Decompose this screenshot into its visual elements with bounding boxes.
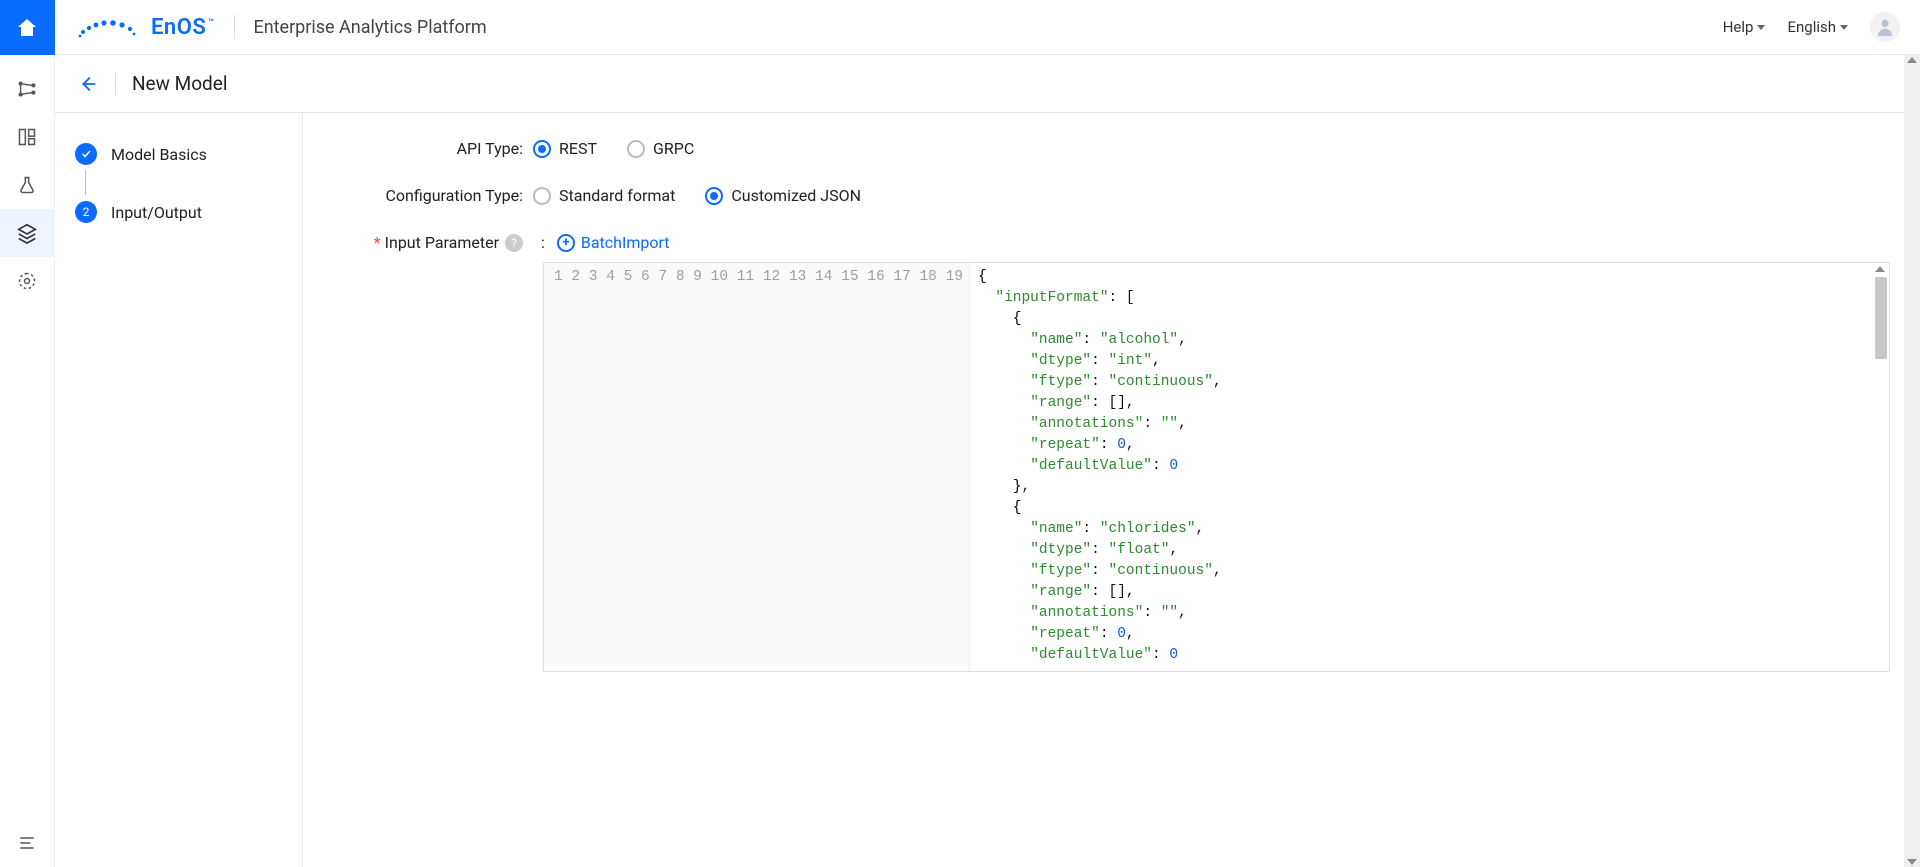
caret-down-icon — [1757, 25, 1765, 30]
rail-item-experiment[interactable] — [0, 161, 55, 209]
radio-config-standard[interactable]: Standard format — [533, 186, 675, 205]
radio-label: Standard format — [559, 186, 675, 205]
back-button[interactable] — [77, 73, 99, 95]
colon: : — [541, 233, 545, 252]
help-icon[interactable]: ? — [505, 234, 523, 252]
radio-dot-icon — [705, 187, 723, 205]
input-param-label: Input Parameter — [385, 233, 499, 252]
batch-import-link[interactable]: + BatchImport — [557, 233, 670, 252]
page-title: New Model — [132, 72, 227, 95]
scroll-thumb[interactable] — [1875, 277, 1887, 359]
radio-dot-icon — [533, 140, 551, 158]
language-label: English — [1787, 18, 1836, 36]
dashboard-icon — [17, 127, 37, 147]
brand-name: EnOS™ — [151, 15, 214, 40]
arrow-left-icon — [77, 73, 99, 95]
editor-scrollbar[interactable] — [1873, 265, 1887, 672]
brand-logo-icon — [77, 13, 137, 41]
check-icon — [80, 148, 92, 160]
rail-item-layers[interactable] — [0, 209, 55, 257]
rail-item-dashboard[interactable] — [0, 113, 55, 161]
step-badge-check — [75, 143, 97, 165]
language-menu[interactable]: English — [1787, 18, 1848, 36]
help-label: Help — [1723, 18, 1754, 36]
layers-icon — [16, 222, 38, 244]
scroll-down-icon — [1907, 859, 1917, 865]
json-editor[interactable]: 1 2 3 4 5 6 7 8 9 10 11 12 13 14 15 16 1… — [543, 262, 1890, 672]
scroll-up-icon — [1875, 266, 1885, 272]
rail-item-settings[interactable] — [0, 257, 55, 305]
menu-collapse-icon — [17, 833, 37, 853]
gear-icon — [17, 271, 37, 291]
steps-sidebar: Model Basics 2 Input/Output — [55, 113, 303, 867]
brand: EnOS™ — [77, 13, 214, 41]
radio-config-custom[interactable]: Customized JSON — [705, 186, 861, 205]
radio-api-grpc[interactable]: GRPC — [627, 139, 694, 158]
input-param-label-wrap: * Input Parameter ? — [333, 233, 533, 252]
divider — [115, 73, 116, 95]
required-asterisk: * — [374, 233, 381, 252]
step-input-output[interactable]: 2 Input/Output — [75, 201, 282, 223]
caret-down-icon — [1840, 25, 1848, 30]
row-api-type: API Type: REST GRPC — [333, 139, 1890, 158]
user-avatar[interactable] — [1870, 12, 1900, 42]
radio-api-rest[interactable]: REST — [533, 139, 597, 158]
radio-label: REST — [559, 139, 597, 158]
step-badge-number: 2 — [75, 201, 97, 223]
home-tile[interactable] — [0, 0, 55, 55]
help-menu[interactable]: Help — [1723, 18, 1766, 36]
subheader: New Model — [55, 55, 1920, 113]
radio-dot-icon — [627, 140, 645, 158]
rail-item-graph[interactable] — [0, 65, 55, 113]
product-name: Enterprise Analytics Platform — [253, 17, 486, 38]
rail-item-collapse[interactable] — [0, 819, 55, 867]
api-type-label: API Type: — [333, 139, 533, 158]
network-icon — [16, 78, 38, 100]
home-icon — [15, 16, 39, 40]
flask-icon — [17, 175, 37, 195]
radio-dot-icon — [533, 187, 551, 205]
row-config-type: Configuration Type: Standard format Cust… — [333, 186, 1890, 205]
editor-gutter: 1 2 3 4 5 6 7 8 9 10 11 12 13 14 15 16 1… — [544, 263, 970, 671]
step-label: Input/Output — [111, 203, 202, 222]
step-model-basics[interactable]: Model Basics — [75, 143, 282, 165]
scroll-up-icon — [1907, 57, 1917, 63]
radio-label: Customized JSON — [731, 186, 861, 205]
plus-circle-icon: + — [557, 234, 575, 252]
user-icon — [1874, 16, 1896, 38]
batch-import-label: BatchImport — [581, 233, 670, 252]
nav-rail — [0, 0, 55, 867]
editor-code[interactable]: { "inputFormat": [ { "name": "alcohol", … — [970, 263, 1889, 671]
step-connector — [85, 171, 86, 195]
config-type-label: Configuration Type: — [333, 186, 533, 205]
content-area: API Type: REST GRPC Configurat — [303, 113, 1920, 867]
page-scrollbar[interactable] — [1904, 55, 1920, 867]
row-input-parameter: * Input Parameter ? : + BatchImport — [333, 233, 1890, 252]
step-label: Model Basics — [111, 145, 207, 164]
topbar: EnOS™ Enterprise Analytics Platform Help… — [55, 0, 1920, 55]
divider — [234, 15, 235, 39]
radio-label: GRPC — [653, 139, 694, 158]
